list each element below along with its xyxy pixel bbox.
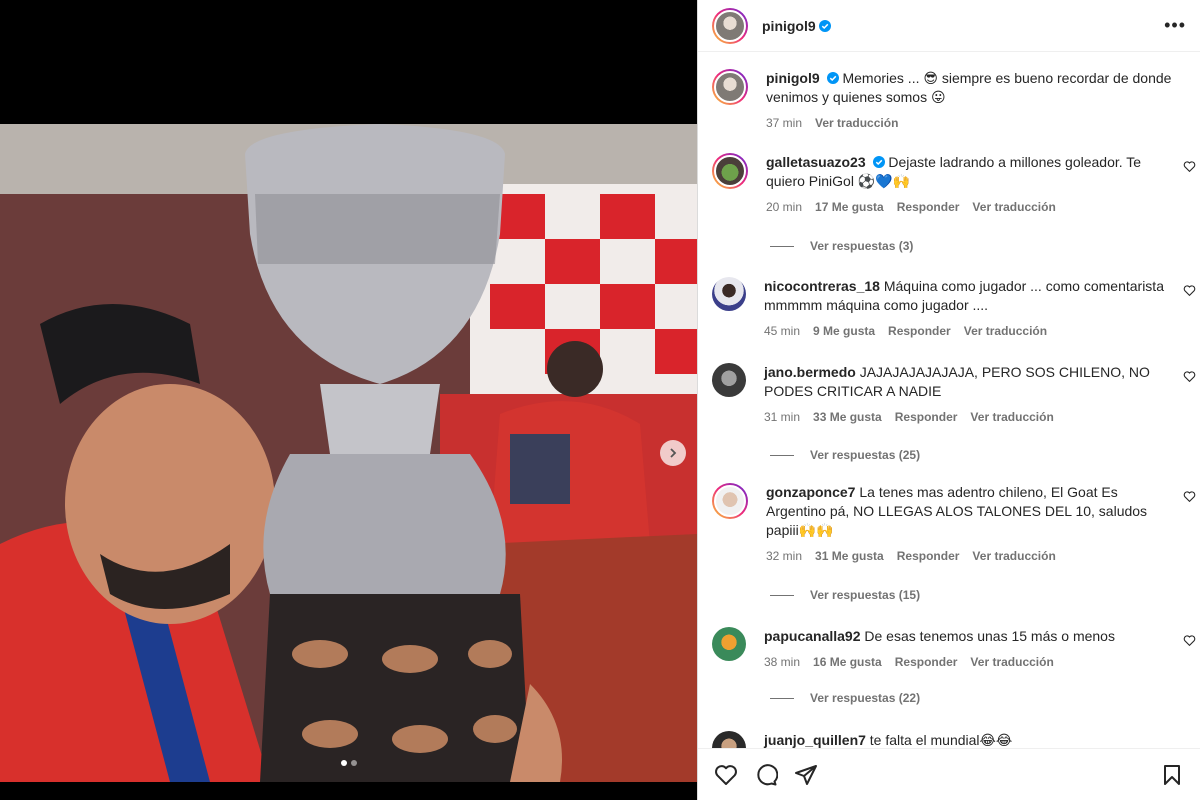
comments-list: pinigol9 Memories ... 😎 siempre es bueno… — [698, 53, 1200, 748]
author-avatar[interactable] — [712, 7, 748, 44]
author-avatar[interactable] — [712, 69, 748, 105]
verified-icon — [872, 156, 885, 168]
reply-button[interactable]: Responder — [895, 408, 958, 427]
carousel-dot — [340, 760, 347, 766]
translate-link[interactable]: Ver traducción — [972, 547, 1055, 566]
view-replies-label: Ver respuestas (25) — [810, 448, 921, 462]
reply-button[interactable]: Responder — [888, 322, 951, 341]
verified-icon — [826, 72, 839, 84]
caption-time: 37 min — [766, 116, 803, 130]
reply-button[interactable]: Responder — [897, 547, 960, 566]
heart-icon[interactable] — [1183, 284, 1196, 297]
comment-username[interactable]: papucanalla92 — [764, 628, 861, 644]
comment-item: jano.bermedo JAJAJAJAJAJAJA, PERO SOS CH… — [712, 363, 1200, 427]
post-media-panel — [0, 0, 697, 800]
like-count[interactable]: 33 Me gusta — [813, 408, 882, 427]
verified-icon — [818, 19, 831, 32]
heart-icon[interactable] — [1183, 370, 1196, 383]
commenter-avatar[interactable] — [712, 363, 746, 397]
comment-item: juanjo_quillen7 te falta el mundial😂😂 — [712, 731, 1200, 748]
like-count[interactable]: 9 Me gusta — [813, 322, 875, 341]
chevron-right-icon — [670, 448, 677, 458]
comment-icon[interactable] — [754, 763, 778, 787]
view-replies-button[interactable]: Ver respuestas (25) — [770, 448, 920, 462]
next-slide-button[interactable] — [660, 440, 686, 466]
commenter-avatar[interactable] — [712, 731, 746, 748]
comment-text: te falta el mundial😂😂 — [869, 732, 1013, 748]
comment-username[interactable]: gonzaponce7 — [766, 484, 855, 500]
comment-time: 31 min — [764, 410, 801, 424]
view-replies-label: Ver respuestas (22) — [810, 691, 921, 705]
reply-button[interactable]: Responder — [897, 198, 960, 217]
translate-link[interactable]: Ver traducción — [972, 198, 1055, 217]
comment-text: De esas tenemos unas 15 más o menos — [864, 628, 1115, 644]
comment-time: 32 min — [766, 549, 803, 563]
view-replies-label: Ver respuestas (3) — [810, 239, 914, 253]
heart-icon[interactable] — [1183, 634, 1196, 647]
view-replies-button[interactable]: Ver respuestas (22) — [770, 691, 920, 705]
carousel-indicator — [0, 760, 697, 766]
commenter-avatar[interactable] — [712, 153, 748, 189]
comment-username[interactable]: jano.bermedo — [764, 364, 856, 380]
comment-item: galletasuazo23 Dejaste ladrando a millon… — [712, 153, 1200, 217]
translate-link[interactable]: Ver traducción — [970, 653, 1053, 672]
commenter-avatar[interactable] — [712, 277, 746, 311]
translate-link[interactable]: Ver traducción — [964, 322, 1047, 341]
post-caption: pinigol9 Memories ... 😎 siempre es bueno… — [712, 69, 1200, 133]
comment-time: 38 min — [764, 655, 801, 669]
more-options-icon[interactable]: ••• — [1164, 15, 1186, 36]
comment-item: gonzaponce7 La tenes mas adentro chileno… — [712, 483, 1200, 566]
heart-icon[interactable] — [1183, 490, 1196, 503]
comment-time: 45 min — [764, 324, 801, 338]
comment-item: nicocontreras_18 Máquina como jugador ..… — [712, 277, 1200, 341]
action-bar — [698, 748, 1200, 800]
view-replies-button[interactable]: Ver respuestas (15) — [770, 588, 920, 602]
share-icon[interactable] — [794, 763, 818, 787]
translate-link[interactable]: Ver traducción — [815, 114, 898, 133]
post-header: pinigol9 ••• — [698, 0, 1200, 52]
carousel-dot — [350, 760, 357, 766]
post-photo — [0, 124, 697, 782]
photo-illustration — [0, 124, 697, 782]
comment-username[interactable]: juanjo_quillen7 — [764, 732, 866, 748]
like-count[interactable]: 16 Me gusta — [813, 653, 882, 672]
caption-username[interactable]: pinigol9 — [766, 70, 820, 86]
comment-username[interactable]: nicocontreras_18 — [764, 278, 880, 294]
like-count[interactable]: 17 Me gusta — [815, 198, 884, 217]
translate-link[interactable]: Ver traducción — [970, 408, 1053, 427]
like-count[interactable]: 31 Me gusta — [815, 547, 884, 566]
bookmark-icon[interactable] — [1160, 763, 1184, 787]
post-sidebar: pinigol9 ••• pinigol9 Memories ... 😎 sie… — [697, 0, 1200, 800]
view-replies-label: Ver respuestas (15) — [810, 588, 921, 602]
heart-icon[interactable] — [714, 763, 738, 787]
author-username[interactable]: pinigol9 — [762, 18, 816, 34]
reply-button[interactable]: Responder — [895, 653, 958, 672]
comment-item: papucanalla92 De esas tenemos unas 15 má… — [712, 627, 1200, 672]
comment-username[interactable]: galletasuazo23 — [766, 154, 866, 170]
view-replies-button[interactable]: Ver respuestas (3) — [770, 239, 913, 253]
commenter-avatar[interactable] — [712, 483, 748, 519]
comment-time: 20 min — [766, 200, 803, 214]
commenter-avatar[interactable] — [712, 627, 746, 661]
heart-icon[interactable] — [1183, 160, 1196, 173]
